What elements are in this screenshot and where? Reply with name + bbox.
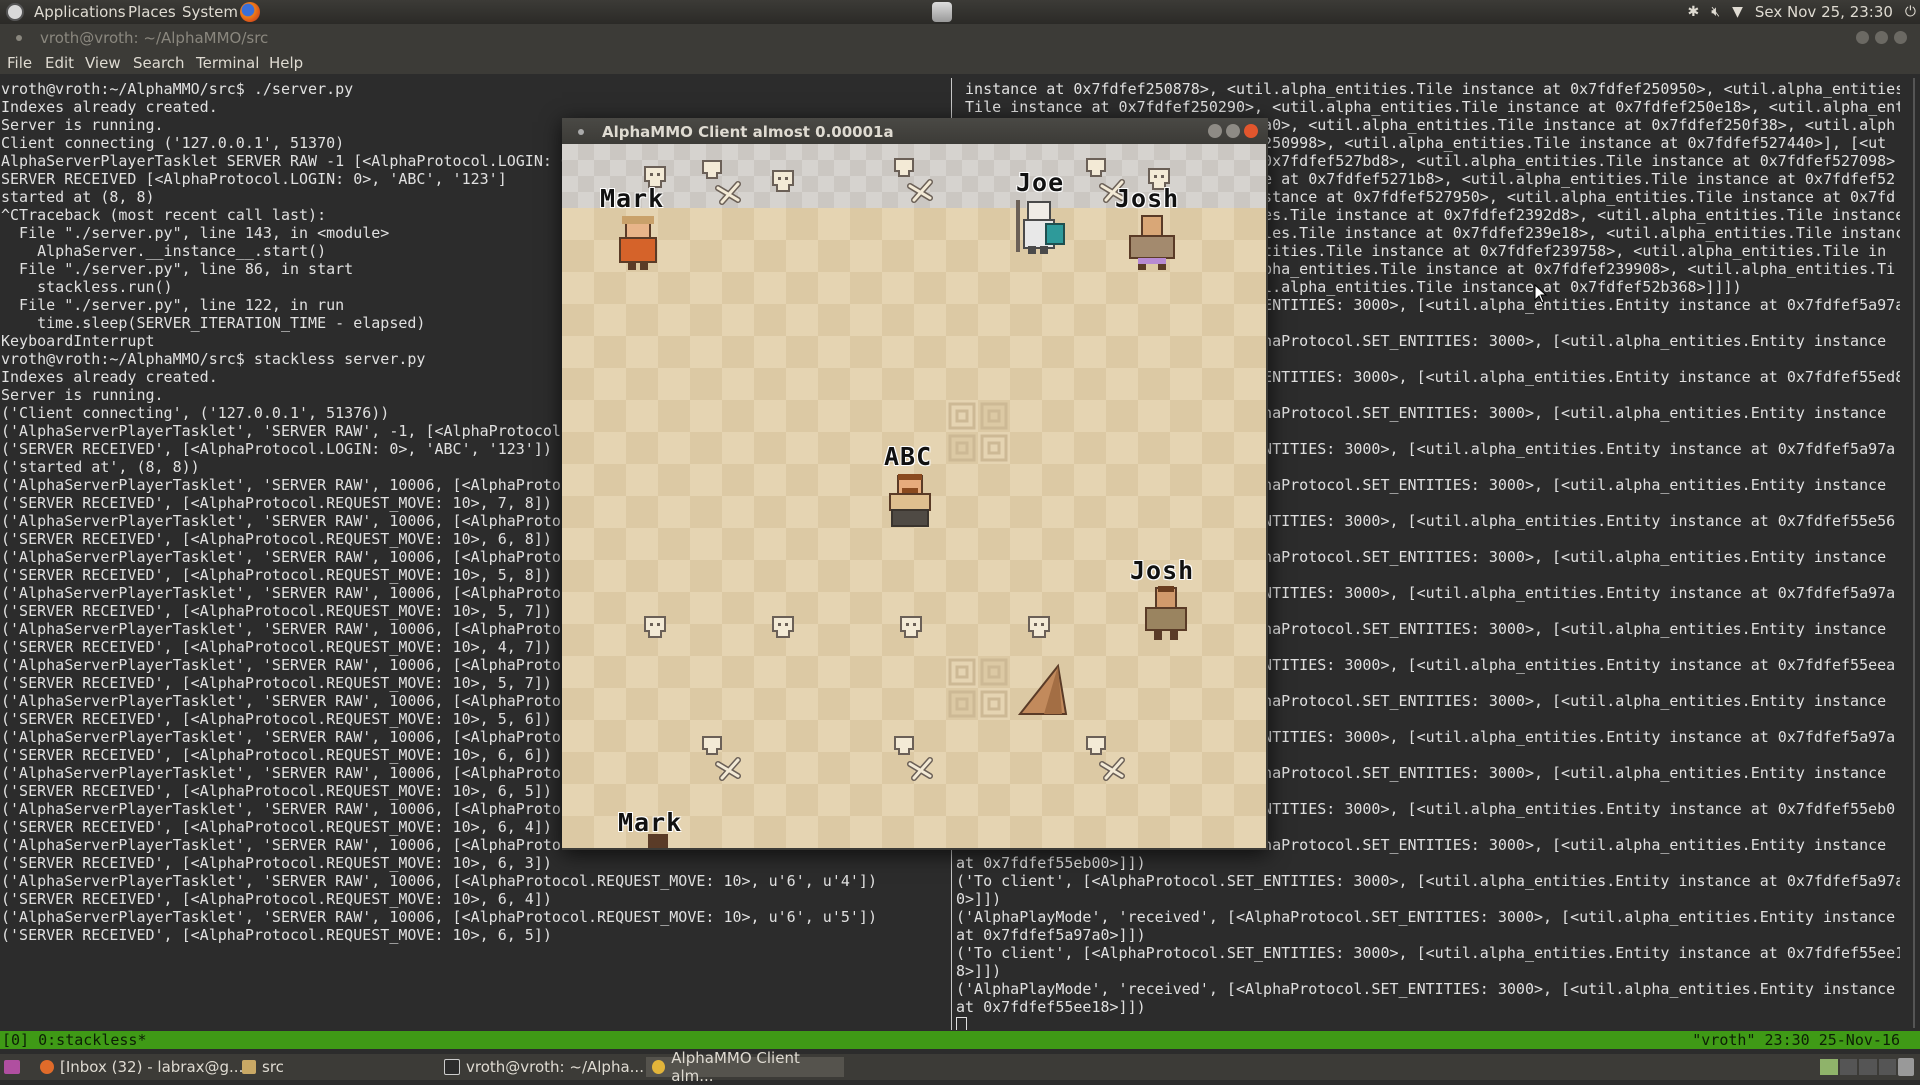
terminal-title: vroth@vroth: ~/AlphaMMO/src: [40, 29, 269, 47]
minimize-button[interactable]: [1856, 31, 1869, 44]
tmux-status-bar: [0] 0:stackless* "vroth" 23:30 25-Nov-16: [0, 1031, 1920, 1049]
menu-terminal[interactable]: Terminal: [196, 54, 259, 72]
terminal-line: ('SERVER RECEIVED', [<AlphaProtocol.REQU…: [1, 854, 552, 872]
player-sprite-josh-2[interactable]: [1136, 584, 1196, 644]
trash-icon[interactable]: [1898, 1058, 1914, 1076]
system-tray: ✱ 🔇︎ ▼ Sex Nov 25, 23:30 ⏻: [1688, 3, 1916, 21]
bones-icon: [702, 736, 741, 781]
tmux-window-list: [0] 0:stackless*: [2, 1031, 147, 1049]
game-title: AlphaMMO Client almost 0.00001a: [602, 123, 894, 141]
terminal-cursor: [956, 1016, 1900, 1030]
terminal-line: vroth@vroth:~/AlphaMMO/src$ ./server.py: [1, 80, 354, 98]
terminal-line: ('SERVER RECEIVED', [<AlphaProtocol.REQU…: [1, 890, 552, 908]
player-sprite-abc[interactable]: [880, 470, 940, 530]
taskbar-item-inbox[interactable]: [Inbox (32) - labrax@g...: [40, 1057, 243, 1077]
terminal-line: Indexes already created.: [1, 98, 218, 116]
window-menu-icon[interactable]: [578, 129, 584, 135]
menu-edit[interactable]: Edit: [45, 54, 74, 72]
game-window[interactable]: AlphaMMO Client almost 0.00001a Mark Joe…: [562, 118, 1268, 850]
taskbar-item-label: src: [262, 1058, 284, 1076]
terminal-line: instance at 0x7fdfef250878>, <util.alpha…: [956, 80, 1900, 98]
player-name-josh-2: Josh: [1130, 556, 1195, 585]
terminal-menubar: File Edit View Search Terminal Help: [0, 52, 1920, 74]
terminal-line: ('AlphaServerPlayerTasklet', 'SERVER RAW…: [1, 872, 877, 890]
game-map[interactable]: Mark Joe Josh ABC Josh Mark: [562, 144, 1266, 848]
window-menu-icon[interactable]: [16, 35, 22, 41]
terminal-line: 0>]]): [956, 890, 1002, 908]
terminal-line: ('AlphaPlayMode', 'received', [<AlphaPro…: [956, 908, 1896, 926]
mouse-pointer-icon: [1534, 284, 1548, 304]
player-name-mark: Mark: [600, 184, 665, 213]
ubuntu-logo-icon[interactable]: [6, 3, 24, 21]
player-sprite-joe[interactable]: [1010, 196, 1070, 256]
floor-rune-icon: [948, 658, 1008, 718]
minimize-button[interactable]: [1208, 124, 1222, 138]
bones-icon: [894, 736, 933, 781]
folder-icon: [242, 1060, 256, 1074]
rock-icon: [1017, 663, 1068, 715]
bones-icon: [894, 158, 933, 203]
player-name-abc: ABC: [884, 442, 933, 471]
close-button[interactable]: [1894, 31, 1907, 44]
maximize-button[interactable]: [1226, 124, 1240, 138]
player-name-josh: Josh: [1115, 184, 1180, 213]
top-panel: Applications Places System ✱ 🔇︎ ▼ Sex No…: [0, 0, 1920, 24]
places-menu[interactable]: Places: [128, 3, 176, 21]
menu-view[interactable]: View: [85, 54, 121, 72]
power-icon[interactable]: ⏻: [1905, 4, 1916, 20]
terminal-line: at 0x7fdfef55eb00>]]): [956, 854, 1146, 872]
terminal-line: 8>]]): [956, 962, 1002, 980]
player-name-mark-2: Mark: [618, 808, 683, 837]
workspace-switcher[interactable]: [1820, 1059, 1896, 1075]
game-titlebar[interactable]: AlphaMMO Client almost 0.00001a: [562, 118, 1268, 144]
clock[interactable]: Sex Nov 25, 23:30: [1755, 3, 1893, 21]
menu-help[interactable]: Help: [269, 54, 303, 72]
taskbar-item-label: [Inbox (32) - labrax@g...: [60, 1058, 244, 1076]
skull-icon: [644, 616, 666, 638]
tmux-status-right: "vroth" 23:30 25-Nov-16: [1692, 1031, 1900, 1049]
close-button[interactable]: [1244, 124, 1258, 138]
floor-rune-icon: [948, 402, 1008, 462]
terminal-line: Tile instance at 0x7fdfef250290>, <util.…: [956, 98, 1900, 116]
skull-icon: [772, 616, 794, 638]
terminal-titlebar[interactable]: vroth@vroth: ~/AlphaMMO/src: [0, 24, 1920, 52]
skull-icon: [1028, 616, 1050, 638]
network-drive-icon[interactable]: [932, 2, 952, 22]
player-sprite-josh[interactable]: [1122, 212, 1182, 272]
volume-muted-icon[interactable]: 🔇︎: [1711, 4, 1720, 20]
player-name-joe: Joe: [1016, 168, 1065, 197]
bones-icon: [702, 160, 741, 205]
taskbar-item-terminal[interactable]: vroth@vroth: ~/Alpha...: [444, 1057, 644, 1077]
menu-search[interactable]: Search: [133, 54, 185, 72]
maximize-button[interactable]: [1875, 31, 1888, 44]
taskbar-item-alphammo[interactable]: AlphaMMO Client alm...: [646, 1049, 844, 1085]
terminal-line: at 0x7fdfef55ee18>]]): [956, 998, 1146, 1016]
system-menu[interactable]: System: [182, 3, 238, 21]
wifi-icon[interactable]: ▼: [1732, 4, 1743, 20]
taskbar-item-src[interactable]: src: [242, 1057, 284, 1077]
terminal-scrollbar[interactable]: [1910, 78, 1918, 1028]
show-desktop-icon[interactable]: [4, 1060, 20, 1074]
terminal-line: ('To client', [<AlphaProtocol.SET_ENTITI…: [956, 872, 1900, 890]
bottom-taskbar: [Inbox (32) - labrax@g... src vroth@vrot…: [0, 1049, 1920, 1085]
terminal-icon: [444, 1059, 460, 1075]
skull-icon: [900, 616, 922, 638]
terminal-line: ('AlphaServerPlayerTasklet', 'SERVER RAW…: [1, 908, 877, 926]
terminal-line: ('AlphaPlayMode', 'received', [<AlphaPro…: [956, 980, 1896, 998]
player-sprite-mark-2[interactable]: [638, 834, 678, 848]
firefox-icon: [40, 1060, 54, 1074]
game-icon: [652, 1060, 666, 1074]
skull-icon: [772, 170, 794, 192]
player-sprite-mark[interactable]: [608, 212, 668, 272]
firefox-icon[interactable]: [240, 2, 260, 22]
terminal-line: at 0x7fdfef5a97a0>]]): [956, 926, 1146, 944]
terminal-line: ('SERVER RECEIVED', [<AlphaProtocol.REQU…: [1, 926, 552, 944]
terminal-line: ('To client', [<AlphaProtocol.SET_ENTITI…: [956, 944, 1900, 962]
applications-menu[interactable]: Applications: [34, 3, 126, 21]
bones-icon: [1086, 736, 1125, 781]
taskbar-item-label: vroth@vroth: ~/Alpha...: [466, 1058, 644, 1076]
menu-file[interactable]: File: [7, 54, 32, 72]
bluetooth-icon[interactable]: ✱: [1688, 4, 1700, 20]
